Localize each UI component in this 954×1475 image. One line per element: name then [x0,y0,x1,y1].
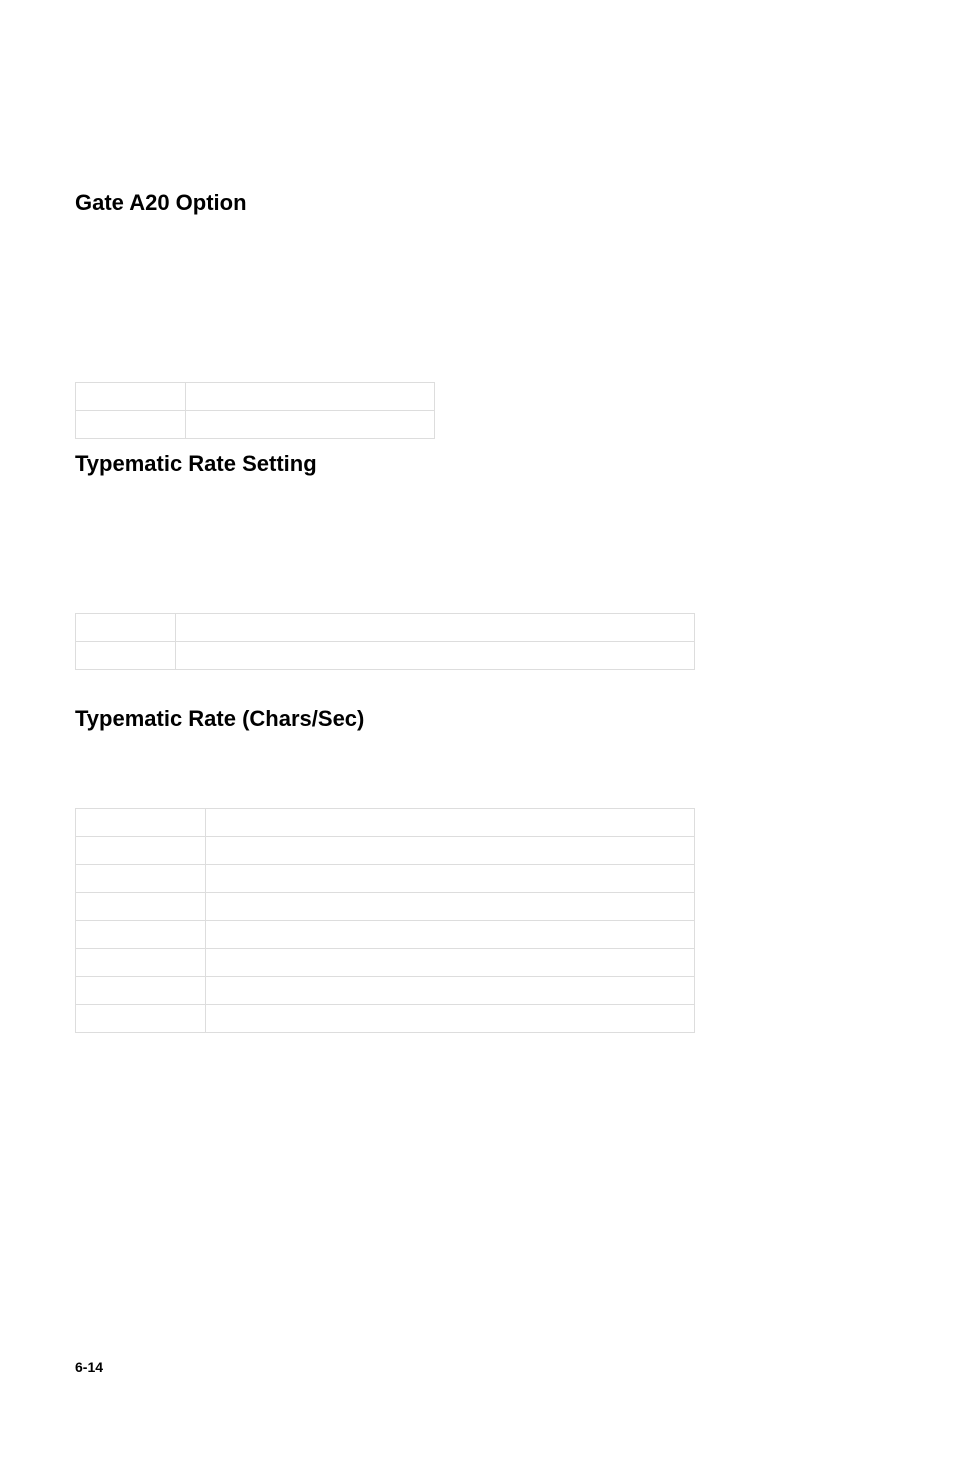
cell [206,1005,695,1033]
table-row [76,1005,695,1033]
table-row [76,614,695,642]
table-gate-a20 [75,382,435,439]
table-row [76,642,695,670]
table-row [76,411,435,439]
cell [76,949,206,977]
cell [76,921,206,949]
cell [76,411,186,439]
table-typematic-rate [75,808,695,1033]
cell [76,642,176,670]
cell [76,809,206,837]
cell [206,893,695,921]
cell [76,1005,206,1033]
table-row [76,893,695,921]
cell [206,921,695,949]
table-row [76,837,695,865]
table-row [76,383,435,411]
cell [186,383,435,411]
cell [206,977,695,1005]
cell [206,865,695,893]
table-row [76,865,695,893]
table-row [76,949,695,977]
heading-gate-a20: Gate A20 Option [75,190,879,216]
cell [76,614,176,642]
heading-typematic-rate-chars: Typematic Rate (Chars/Sec) [75,706,879,732]
cell [76,865,206,893]
heading-typematic-rate-setting: Typematic Rate Setting [75,451,879,477]
cell [76,893,206,921]
cell [206,949,695,977]
cell [186,411,435,439]
table-row [76,921,695,949]
table-row [76,809,695,837]
cell [176,642,695,670]
table-typematic-setting [75,613,695,670]
cell [76,383,186,411]
cell [206,809,695,837]
cell [76,837,206,865]
cell [76,977,206,1005]
cell [176,614,695,642]
cell [206,837,695,865]
page-number: 6-14 [75,1359,103,1375]
table-row [76,977,695,1005]
